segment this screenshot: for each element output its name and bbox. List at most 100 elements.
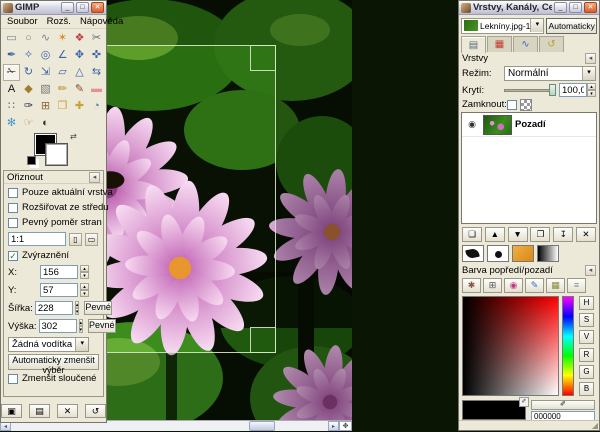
option-shrink-merged[interactable]: Zmenšit sloučené [8, 372, 99, 385]
maximize-button[interactable]: □ [76, 2, 89, 13]
saturation-value-square[interactable] [462, 296, 559, 396]
save-options-button[interactable]: ▣ [1, 404, 22, 418]
magnify-tool[interactable]: ◎ [37, 47, 54, 64]
tab-scales-selector[interactable]: ≡ [567, 278, 586, 293]
scissors-select-tool[interactable]: ✂ [88, 30, 105, 47]
channel-g-button[interactable]: G [579, 365, 594, 379]
lower-layer-button[interactable]: ▼ [508, 227, 528, 242]
reset-options-button[interactable]: ↺ [85, 404, 106, 418]
minimize-button[interactable]: _ [61, 2, 74, 13]
crop-y-input[interactable] [40, 283, 78, 297]
dock-titlebar[interactable]: Vrstvy, Kanály, Cesty... _ □ ✕ [459, 1, 599, 15]
airbrush-tool[interactable]: ∷ [3, 98, 20, 115]
smudge-tool[interactable]: ☞ [20, 115, 37, 132]
measure-tool[interactable]: ∠ [54, 47, 71, 64]
delete-layer-button[interactable]: ✕ [576, 227, 596, 242]
fuzzy-select-tool[interactable]: ✶ [54, 30, 71, 47]
visibility-eye-icon[interactable]: ◉ [464, 119, 480, 130]
swap-colors-icon[interactable]: ⇄ [70, 132, 77, 141]
tab-undo-history[interactable]: ↺ [539, 36, 564, 52]
chevron-down-icon[interactable]: ▾ [75, 338, 88, 351]
option-highlight[interactable]: ✓ Zvýraznění [8, 249, 99, 262]
landscape-orientation-button[interactable]: ▭ [85, 233, 98, 246]
close-button[interactable]: ✕ [91, 2, 104, 13]
tab-paths[interactable]: ∿ [513, 36, 538, 52]
fixed-width-button[interactable]: Pevné [84, 301, 112, 315]
ellipse-select-tool[interactable]: ○ [20, 30, 37, 47]
rotate-tool[interactable]: ↻ [20, 64, 37, 81]
chevron-down-icon[interactable]: ▾ [582, 67, 595, 80]
crop-tool[interactable]: ✁ [3, 64, 20, 81]
option-fixed-aspect[interactable]: Pevný poměr stran [8, 216, 99, 229]
spinner[interactable]: ▴▾ [80, 265, 89, 279]
select-by-color-tool[interactable]: ❖ [71, 30, 88, 47]
color-picker-icon[interactable]: ✐ [519, 397, 529, 407]
rect-select-tool[interactable]: ▭ [3, 30, 20, 47]
tab-palette-selector[interactable]: ▦ [546, 278, 565, 293]
blur-sharpen-tool[interactable]: ✻ [3, 115, 20, 132]
layer-mode-select[interactable]: Normální ▾ [504, 66, 596, 81]
layer-row[interactable]: ◉Pozadí [462, 113, 596, 137]
crop-handle-top-right[interactable] [250, 45, 276, 71]
brush-preview[interactable] [462, 245, 484, 262]
option-current-layer[interactable]: Pouze aktuální vrstva [8, 186, 99, 199]
checkbox-checked[interactable]: ✓ [8, 251, 18, 261]
pencil-tool[interactable]: ✏ [54, 81, 71, 98]
blend-tool[interactable]: ▧ [37, 81, 54, 98]
guides-select[interactable]: Žádná vodítka ▾ [8, 337, 89, 352]
channel-b-button[interactable]: B [579, 382, 594, 396]
tab-gimp-selector[interactable]: ✱ [462, 278, 481, 293]
menu-soubor[interactable]: Soubor [7, 16, 38, 27]
gradient-preview[interactable] [537, 245, 559, 262]
option-expand-from-center[interactable]: Rozšiřovat ze středu [8, 201, 99, 214]
channel-v-button[interactable]: V [579, 330, 594, 344]
flip-tool[interactable]: ⇆ [88, 64, 105, 81]
paths-tool[interactable]: ✒ [3, 47, 20, 64]
text-tool[interactable]: A [3, 81, 20, 98]
eraser-tool[interactable]: ▬ [88, 81, 105, 98]
crop-height-input[interactable] [39, 319, 77, 333]
opacity-slider[interactable] [504, 83, 556, 97]
checkbox[interactable] [8, 374, 18, 384]
hue-strip[interactable] [562, 296, 574, 396]
raise-layer-button[interactable]: ▲ [485, 227, 505, 242]
color-menu-button[interactable]: ◂ [585, 265, 596, 276]
perspective-tool[interactable]: △ [71, 64, 88, 81]
channel-r-button[interactable]: R [579, 348, 594, 362]
layers-menu-button[interactable]: ◂ [585, 53, 596, 64]
new-layer-button[interactable]: ❏ [462, 227, 482, 242]
restore-options-button[interactable]: ▤ [29, 404, 50, 418]
channel-s-button[interactable]: S [579, 313, 594, 327]
anchor-layer-button[interactable]: ↧ [553, 227, 573, 242]
background-color-swatch[interactable] [46, 144, 67, 165]
tool-options-menu-button[interactable]: ◂ [89, 172, 100, 183]
spinner[interactable]: ▴▾ [587, 83, 596, 97]
aspect-ratio-input[interactable] [8, 232, 66, 246]
convolve-tool[interactable]: ◔ [88, 98, 105, 115]
canvas-navigation-button[interactable]: ✥ [339, 421, 352, 431]
crop-x-input[interactable] [40, 265, 78, 279]
opacity-input[interactable] [559, 83, 587, 97]
bucket-fill-tool[interactable]: ◆ [20, 81, 37, 98]
image-select[interactable]: Lekníny.jpg-1 ▾ [461, 18, 544, 34]
checkbox[interactable] [8, 218, 18, 228]
channel-h-button[interactable]: H [579, 296, 594, 310]
default-colors-icon[interactable] [27, 156, 36, 165]
delete-options-button[interactable]: ✕ [57, 404, 78, 418]
toolbox-titlebar[interactable]: GIMP _ □ ✕ [1, 1, 106, 15]
chevron-down-icon[interactable]: ▾ [530, 19, 543, 32]
current-color-swatch[interactable]: ✐ [462, 400, 526, 420]
resize-grip[interactable]: ◢ [592, 421, 598, 430]
tab-wheel-selector[interactable]: ◉ [504, 278, 523, 293]
menu-npovda[interactable]: Nápověda [80, 16, 123, 27]
spinner[interactable]: ▴▾ [80, 283, 89, 297]
auto-follow-button[interactable]: Automaticky [546, 18, 597, 34]
move-tool[interactable]: ✥ [71, 47, 88, 64]
free-select-tool[interactable]: ∿ [37, 30, 54, 47]
tab-watercolor-selector[interactable]: ✎ [525, 278, 544, 293]
checkbox[interactable] [8, 203, 18, 213]
auto-shrink-button[interactable]: Automaticky zmenšit výběr [8, 354, 99, 370]
heal-tool[interactable]: ✚ [71, 98, 88, 115]
spinner[interactable]: ▴▾ [79, 319, 84, 333]
scroll-thumb[interactable] [249, 421, 275, 431]
